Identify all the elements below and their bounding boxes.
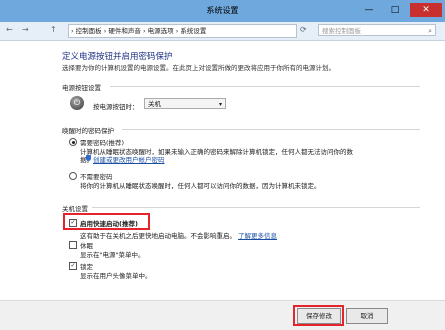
search-icon: ⌕ <box>428 27 432 35</box>
power-button-label: 按电源按钮时： <box>93 103 139 111</box>
power-icon: ⏻ <box>70 96 84 110</box>
no-password-desc: 将你的计算机从睡眠状态唤醒时，任何人都可以访问你的数据，因为计算机未锁定。 <box>80 182 321 190</box>
fast-startup-desc: 这有助于在关机之后更快地启动电脑。不会影响重启。 <box>80 232 236 240</box>
up-icon[interactable]: ↑ <box>50 25 57 34</box>
shutdown-section-label: 关机设置 <box>62 205 88 213</box>
divider <box>122 129 420 130</box>
highlight-box <box>293 305 344 326</box>
forward-icon[interactable]: → <box>22 25 29 34</box>
minimize-button[interactable]: — <box>357 3 381 17</box>
search-placeholder: 搜索控制面板 <box>322 27 361 35</box>
create-password-link[interactable]: 创建或更改用户帐户密码 <box>93 154 165 164</box>
highlight-box <box>63 213 150 230</box>
page-title: 定义电源按钮并启用密码保护 <box>62 52 173 62</box>
back-icon[interactable]: ← <box>6 25 13 34</box>
power-button-select[interactable]: 关机 ▾ <box>144 98 226 109</box>
lock-desc: 显示在用户头像菜单中。 <box>80 272 152 280</box>
sleep-desc: 显示在"电源"菜单中。 <box>80 251 145 259</box>
lock-checkbox[interactable]: ✓ <box>69 262 77 270</box>
password-section-label: 唤醒时的密码保护 <box>62 127 114 135</box>
page-subtitle: 选择要为你的计算机设置的电源设置。在此页上对设置所做的更改将应用于你所有的电源计… <box>62 64 335 72</box>
learn-more-link[interactable]: 了解更多信息 <box>238 230 277 240</box>
title-bar[interactable]: 系统设置 — □ ✕ <box>0 0 445 22</box>
power-button-section-label: 电源按钮设置 <box>62 84 101 92</box>
close-button[interactable]: ✕ <box>410 3 442 17</box>
require-password-radio[interactable] <box>69 138 77 146</box>
chevron-down-icon: ▾ <box>218 101 222 108</box>
divider <box>110 86 420 87</box>
address-bar: ← → ↑ › 控制面板 › 硬件和声音 › 电源选项 › 系统设置 ⟳ 搜索控… <box>0 22 445 41</box>
search-input[interactable]: 搜索控制面板 ⌕ <box>318 24 436 36</box>
power-button-value: 关机 <box>148 100 161 108</box>
maximize-button[interactable]: □ <box>383 3 407 17</box>
cancel-button[interactable]: 取消 <box>346 308 388 324</box>
no-password-radio[interactable] <box>69 172 77 180</box>
sleep-checkbox[interactable] <box>69 241 77 249</box>
shield-icon <box>86 155 91 161</box>
refresh-icon[interactable]: ⟳ <box>300 25 307 34</box>
breadcrumb[interactable]: › 控制面板 › 硬件和声音 › 电源选项 › 系统设置 <box>68 24 297 38</box>
divider <box>92 207 420 208</box>
system-settings-window: 系统设置 — □ ✕ ← → ↑ › 控制面板 › 硬件和声音 › 电源选项 ›… <box>0 0 445 330</box>
